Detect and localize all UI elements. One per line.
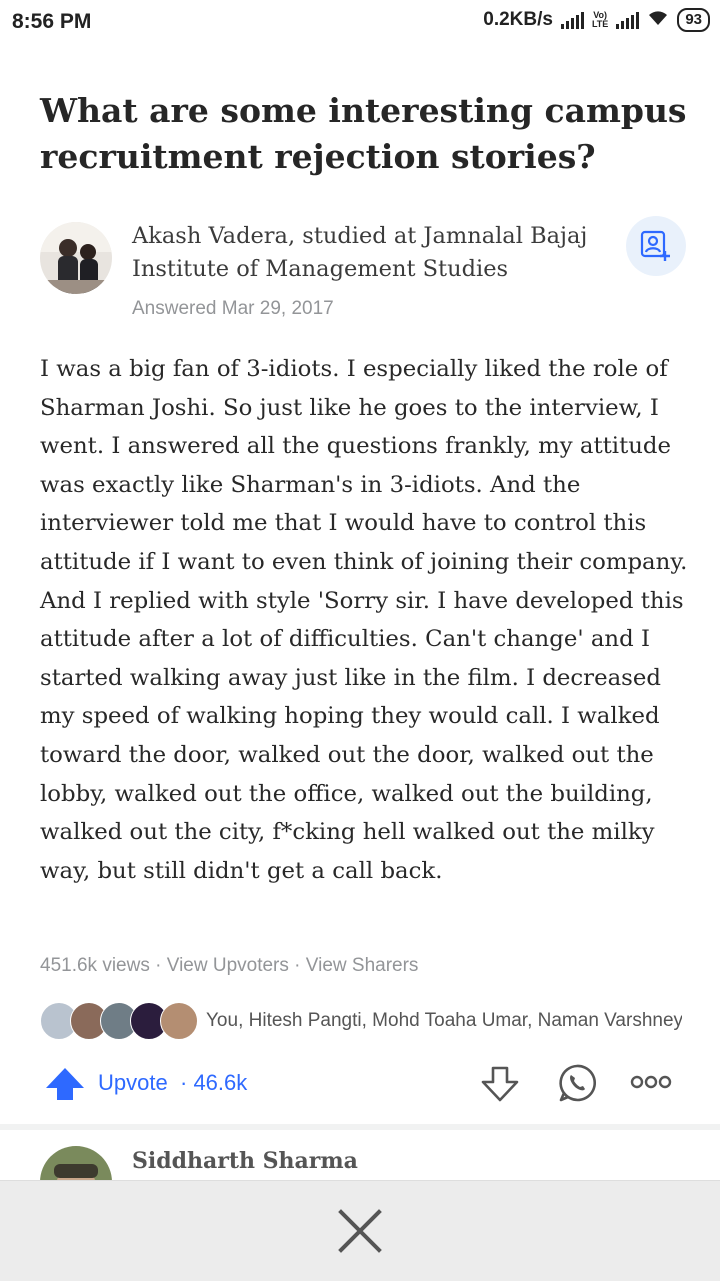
stats-separator: ·: [149, 955, 167, 976]
question-title[interactable]: What are some interesting campus recruit…: [40, 88, 690, 180]
upvoter-names[interactable]: You, Hitesh Pangti, Mohd Toaha Umar, Nam…: [206, 1010, 682, 1032]
upvote-count: · 46.6k: [180, 1070, 248, 1095]
answer-divider: [0, 1124, 720, 1130]
arrow-up-icon[interactable]: [44, 1066, 86, 1107]
upvote-button[interactable]: Upvote: [98, 1070, 168, 1096]
more-dots-icon[interactable]: [630, 1072, 672, 1097]
wifi-icon: [647, 9, 669, 32]
author-credential[interactable]: Akash Vadera, studied at Jamnalal Bajaj …: [132, 220, 602, 286]
person-add-icon: [640, 230, 670, 261]
whatsapp-icon[interactable]: [556, 1062, 598, 1109]
status-bar: 8:56 PM 0.2KB/s Vo) LTE 93: [0, 0, 720, 48]
view-sharers-link[interactable]: View Sharers: [306, 955, 419, 976]
answer-body: I was a big fan of 3-idiots. I especiall…: [40, 356, 688, 884]
next-author-name[interactable]: Siddharth Sharma: [132, 1148, 358, 1174]
signal-icon-2: [616, 11, 640, 29]
volte-icon: Vo) LTE: [591, 10, 609, 29]
author-avatar[interactable]: [40, 222, 112, 294]
view-upvoters-link[interactable]: View Upvoters: [167, 955, 289, 976]
close-icon[interactable]: [335, 1206, 385, 1256]
arrow-down-icon[interactable]: [480, 1064, 520, 1109]
status-icons: 0.2KB/s Vo) LTE 93: [483, 8, 710, 32]
signal-icon: [560, 11, 584, 29]
network-speed: 0.2KB/s: [483, 9, 553, 30]
bottom-sheet: [0, 1180, 720, 1281]
upvoter-avatars[interactable]: [40, 1002, 200, 1040]
follow-button[interactable]: [626, 216, 686, 276]
battery-icon: 93: [677, 8, 710, 32]
action-bar: Upvote · 46.6k: [40, 1060, 680, 1108]
answered-date: Answered Mar 29, 2017: [132, 298, 334, 319]
status-time: 8:56 PM: [12, 10, 92, 33]
stats-separator-2: ·: [288, 955, 306, 976]
upvoter-avatar: [160, 1002, 198, 1040]
views-count: 451.6k views: [40, 955, 150, 976]
answer-stats: 451.6k views · View Upvoters · View Shar…: [40, 955, 418, 977]
